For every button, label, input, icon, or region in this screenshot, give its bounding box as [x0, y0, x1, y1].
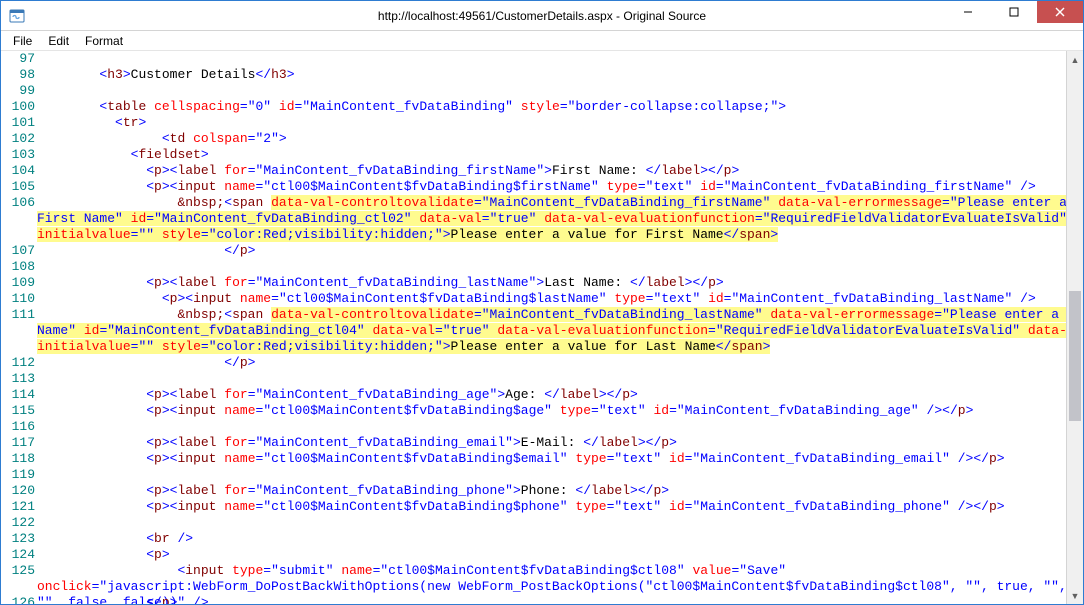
minimize-button[interactable]: [945, 1, 991, 23]
menu-edit[interactable]: Edit: [40, 32, 77, 50]
editor: 9798991001011021031041051061071081091101…: [1, 51, 1083, 604]
app-icon: [9, 8, 25, 24]
source-code[interactable]: <h3>Customer Details</h3> <table cellspa…: [37, 51, 1083, 604]
maximize-button[interactable]: [991, 1, 1037, 23]
titlebar[interactable]: http://localhost:49561/CustomerDetails.a…: [1, 1, 1083, 31]
vertical-scrollbar[interactable]: ▲ ▼: [1066, 51, 1083, 604]
scroll-thumb[interactable]: [1069, 291, 1081, 421]
scroll-down-arrow[interactable]: ▼: [1067, 587, 1083, 604]
source-viewer-window: http://localhost:49561/CustomerDetails.a…: [0, 0, 1084, 605]
scroll-up-arrow[interactable]: ▲: [1067, 51, 1083, 68]
menu-format[interactable]: Format: [77, 32, 131, 50]
window-title: http://localhost:49561/CustomerDetails.a…: [1, 9, 1083, 23]
line-number-gutter: 9798991001011021031041051061071081091101…: [1, 51, 37, 604]
menubar: File Edit Format: [1, 31, 1083, 51]
close-button[interactable]: [1037, 1, 1083, 23]
window-controls: [945, 1, 1083, 23]
menu-file[interactable]: File: [5, 32, 40, 50]
